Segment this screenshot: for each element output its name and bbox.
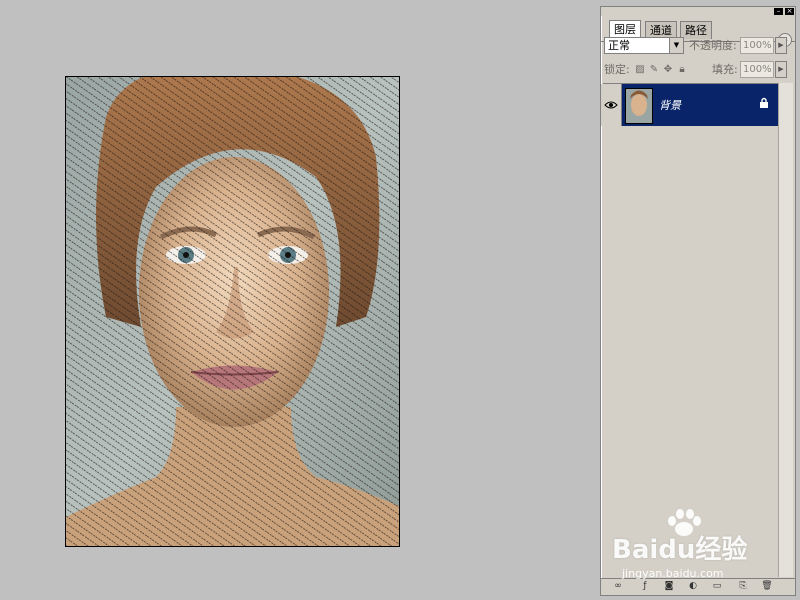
blend-mode-select[interactable]: 正常 ▼ xyxy=(604,37,684,54)
document-canvas[interactable] xyxy=(65,76,400,547)
palette-bottom-toolbar: ∞ ƒ ◙ ◐ ▭ ⎘ 🗑︎ xyxy=(601,578,795,595)
lock-image-icon[interactable]: ✎ xyxy=(648,64,660,76)
layers-list: 背景 xyxy=(601,83,779,578)
fill-slider-arrow-icon[interactable]: ▶ xyxy=(775,61,787,78)
eye-icon xyxy=(604,101,618,109)
palette-titlebar[interactable]: – × xyxy=(601,7,795,16)
portrait-image xyxy=(66,77,399,546)
delete-layer-icon[interactable]: 🗑︎ xyxy=(761,581,773,592)
adjustment-layer-icon[interactable]: ◐ xyxy=(687,581,699,592)
layer-thumbnail xyxy=(625,88,653,124)
fill-field[interactable]: 100% xyxy=(740,61,774,78)
layer-name[interactable]: 背景 xyxy=(659,97,681,113)
new-layer-icon[interactable]: ⎘ xyxy=(737,581,749,592)
opacity-label: 不透明度: xyxy=(689,39,737,52)
layer-mask-icon[interactable]: ◙ xyxy=(663,581,675,592)
lock-label: 锁定: xyxy=(604,63,630,76)
opacity-slider-arrow-icon[interactable]: ▶ xyxy=(775,37,787,54)
lock-all-icon[interactable]: 🔒︎ xyxy=(676,64,688,76)
lock-icon xyxy=(759,97,769,112)
fill-label: 填充: xyxy=(712,63,738,76)
blend-row: 正常 ▼ 不透明度: 100% ▶ xyxy=(601,37,795,57)
lock-transparent-icon[interactable]: ▨ xyxy=(634,64,646,76)
layers-palette: – × 图层 通道 路径 ▶ 正常 ▼ 不透明度: 100% ▶ 锁定: ▨ ✎… xyxy=(600,6,796,596)
visibility-toggle[interactable] xyxy=(601,84,622,126)
lock-row: 锁定: ▨ ✎ ✥ 🔒︎ 填充: 100% ▶ xyxy=(601,61,795,81)
chevron-down-icon: ▼ xyxy=(669,38,683,53)
blend-mode-value: 正常 xyxy=(608,39,630,52)
minimize-button[interactable]: – xyxy=(774,8,783,15)
layers-scrollbar[interactable] xyxy=(778,83,793,577)
layer-style-icon[interactable]: ƒ xyxy=(639,581,651,592)
lock-position-icon[interactable]: ✥ xyxy=(662,64,674,76)
opacity-field[interactable]: 100% xyxy=(740,37,774,54)
new-group-icon[interactable]: ▭ xyxy=(711,581,723,592)
link-layers-icon[interactable]: ∞ xyxy=(612,581,624,592)
layer-row[interactable]: 背景 xyxy=(601,84,779,126)
close-button[interactable]: × xyxy=(785,8,794,15)
